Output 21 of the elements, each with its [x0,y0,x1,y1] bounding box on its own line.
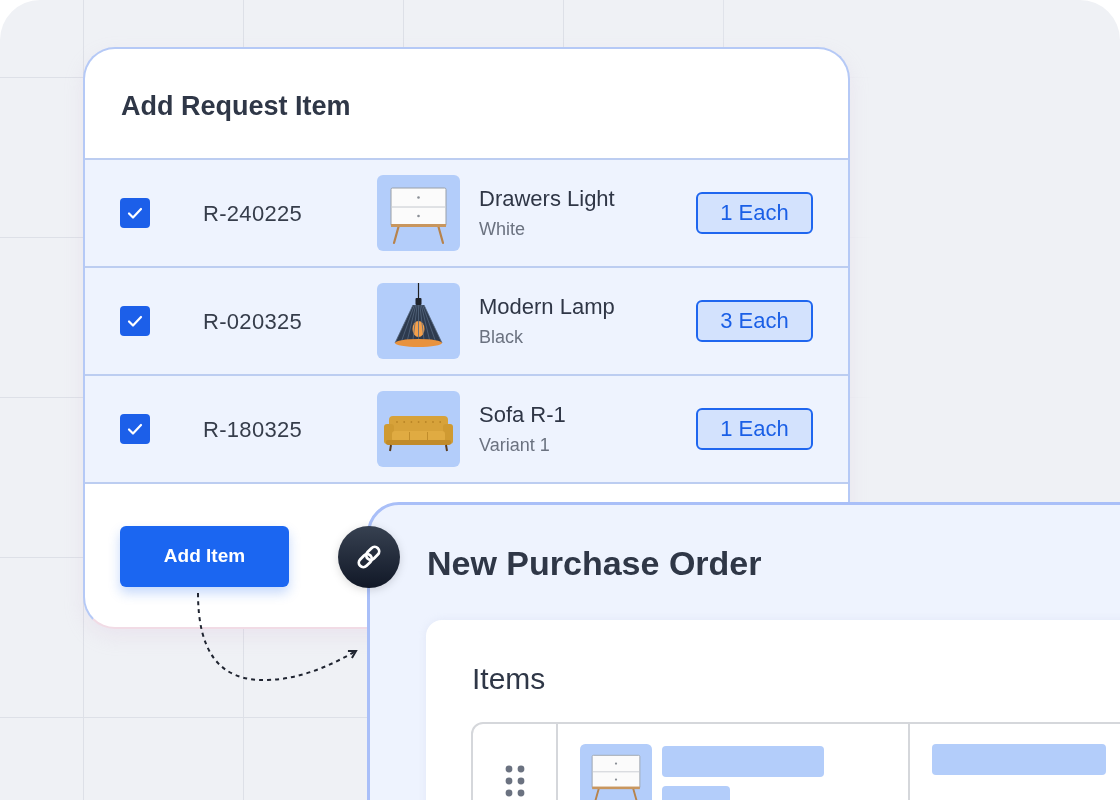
product-variant: Variant 1 [479,434,550,457]
product-name: Sofa R-1 [479,401,566,429]
product-name: Drawers Light [479,185,615,213]
quantity-button[interactable]: 1 Each [696,408,813,450]
product-variant: White [479,218,525,241]
card-title: Add Request Item [121,90,351,122]
checkbox[interactable] [120,306,150,336]
section-title: Items [472,661,546,697]
product-name: Modern Lamp [479,293,615,321]
add-item-button[interactable]: Add Item [120,526,289,587]
request-id: R-180325 [203,415,303,444]
checkbox[interactable] [120,414,150,444]
quantity-button[interactable]: 3 Each [696,300,813,342]
quantity-button[interactable]: 1 Each [696,192,813,234]
card-title: New Purchase Order [427,543,762,583]
request-id: R-020325 [203,307,303,336]
link-icon [338,526,400,588]
drag-handle-icon[interactable] [504,765,525,797]
product-variant: Black [479,326,523,349]
request-id: R-240225 [203,199,303,228]
checkbox[interactable] [120,198,150,228]
